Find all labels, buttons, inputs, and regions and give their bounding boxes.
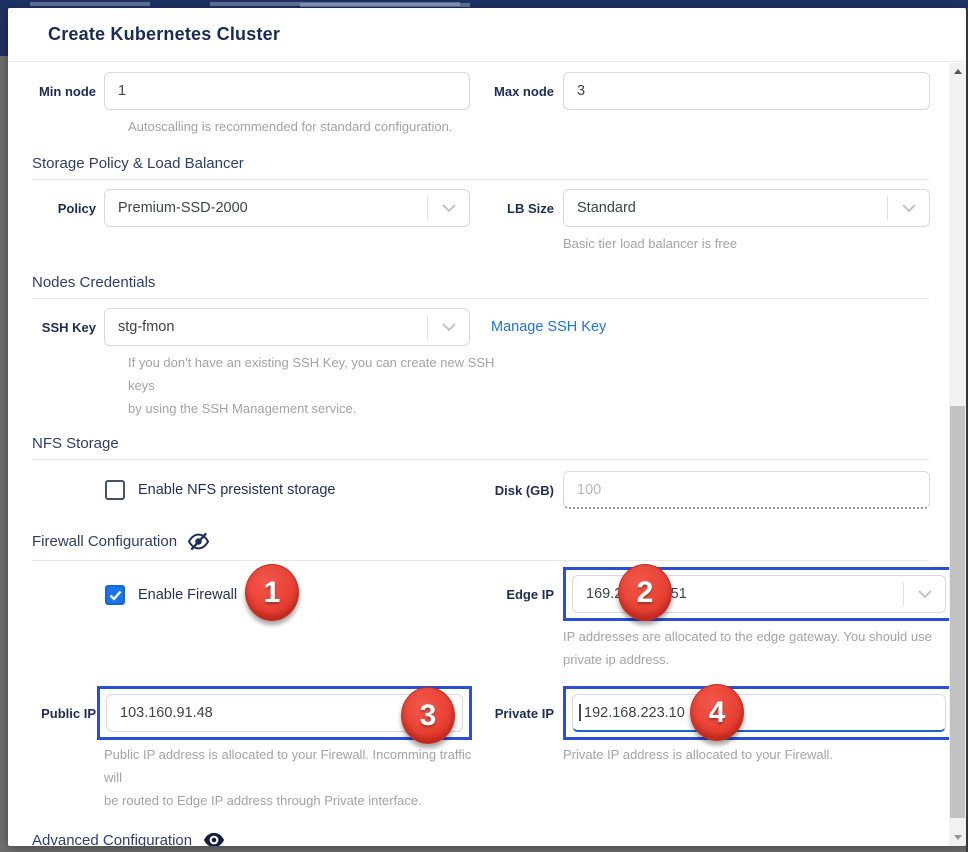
section-nfs: NFS Storage xyxy=(32,435,929,460)
section-title-credentials: Nodes Credentials xyxy=(32,274,155,291)
disk-gb-label: Disk (GB) xyxy=(482,483,554,498)
ssh-key-label: SSH Key xyxy=(32,320,96,335)
ssh-key-row: SSH Key stg-fmon Manage SSH Key xyxy=(8,308,949,346)
lb-size-select[interactable]: Standard xyxy=(563,189,930,227)
modal-scrollbar[interactable] xyxy=(949,63,966,846)
section-advanced: Advanced Configuration xyxy=(32,829,929,846)
scroll-up-button[interactable] xyxy=(949,63,966,80)
lb-helper-text: Basic tier load balancer is free xyxy=(563,232,943,255)
ssh-key-select-value: stg-fmon xyxy=(105,319,174,335)
ip-helper-row: Public IP address is allocated to your F… xyxy=(8,743,949,812)
section-storage-lb: Storage Policy & Load Balancer xyxy=(32,155,929,180)
eye-off-icon[interactable] xyxy=(187,530,210,553)
callout-badge-4: 4 xyxy=(690,684,744,741)
scroll-down-button[interactable] xyxy=(949,829,966,846)
chevron-down-icon xyxy=(427,196,469,220)
lb-size-select-value: Standard xyxy=(564,200,636,216)
policy-select-value: Premium-SSD-2000 xyxy=(105,200,248,216)
ssh-helper-text: If you don't have an existing SSH Key, y… xyxy=(128,351,500,420)
min-node-input[interactable] xyxy=(104,72,470,110)
manage-ssh-key-link[interactable]: Manage SSH Key xyxy=(491,319,606,335)
scrollbar-thumb[interactable] xyxy=(950,406,965,818)
header-remnant xyxy=(30,2,150,6)
private-ip-helper-text: Private IP address is allocated to your … xyxy=(563,743,943,766)
private-ip-highlight xyxy=(563,686,949,740)
lb-size-label: LB Size xyxy=(482,201,554,216)
firewall-checkbox[interactable] xyxy=(105,585,125,605)
max-node-input[interactable] xyxy=(563,72,930,110)
lb-helper-row: Basic tier load balancer is free xyxy=(8,232,949,255)
nfs-storage-checkbox[interactable] xyxy=(105,480,125,500)
section-title-nfs: NFS Storage xyxy=(32,435,119,452)
policy-lb-row: Policy Premium-SSD-2000 LB Size Standard xyxy=(8,189,949,227)
triangle-down-icon xyxy=(954,835,962,840)
section-firewall: Firewall Configuration xyxy=(32,530,929,561)
disk-gb-input[interactable] xyxy=(563,471,930,509)
node-count-row: Min node Max node xyxy=(8,72,949,110)
private-ip-label: Private IP xyxy=(482,706,554,721)
chevron-down-icon xyxy=(903,582,945,606)
callout-badge-3: 3 xyxy=(401,687,455,744)
min-node-label: Min node xyxy=(32,84,96,99)
private-ip-input[interactable] xyxy=(572,694,946,732)
section-title-firewall: Firewall Configuration xyxy=(32,533,177,550)
dialog-title: Create Kubernetes Cluster xyxy=(48,24,280,45)
edge-ip-helper-row: IP addresses are allocated to the edge g… xyxy=(8,625,949,671)
node-helper-row: Autoscalling is recommended for standard… xyxy=(8,115,949,138)
triangle-up-icon xyxy=(954,69,962,74)
ssh-key-select[interactable]: stg-fmon xyxy=(104,308,470,346)
nfs-checkbox-label: Enable NFS presistent storage xyxy=(138,482,335,498)
ssh-helper-row: If you don't have an existing SSH Key, y… xyxy=(8,351,949,420)
autoscaling-helper-text: Autoscalling is recommended for standard… xyxy=(128,115,500,138)
firewall-row: Enable Firewall Edge IP 169.254.100.51 1… xyxy=(8,567,949,623)
callout-badge-1: 1 xyxy=(245,564,299,621)
page-sidebar-edge xyxy=(0,8,8,56)
section-title-storage-lb: Storage Policy & Load Balancer xyxy=(32,155,244,172)
firewall-checkbox-label: Enable Firewall xyxy=(138,587,237,603)
nfs-row: Enable NFS presistent storage Disk (GB) xyxy=(8,471,949,509)
chevron-down-icon xyxy=(427,315,469,339)
create-kubernetes-cluster-dialog: Create Kubernetes Cluster Min node Max n… xyxy=(8,8,966,846)
edge-ip-label: Edge IP xyxy=(482,587,554,602)
eye-icon[interactable] xyxy=(202,829,226,846)
edge-ip-helper-text: IP addresses are allocated to the edge g… xyxy=(563,625,943,671)
text-caret xyxy=(579,704,581,721)
section-title-advanced: Advanced Configuration xyxy=(32,832,192,847)
ip-row: Public IP Private IP 3 4 xyxy=(8,686,949,740)
max-node-label: Max node xyxy=(482,84,554,99)
dialog-body: Min node Max node Autoscalling is recomm… xyxy=(8,63,949,846)
policy-select[interactable]: Premium-SSD-2000 xyxy=(104,189,470,227)
page-header-strip xyxy=(0,0,968,8)
section-credentials: Nodes Credentials xyxy=(32,274,929,299)
dialog-header: Create Kubernetes Cluster xyxy=(8,8,966,62)
public-ip-label: Public IP xyxy=(32,706,96,721)
public-ip-helper-text: Public IP address is allocated to your F… xyxy=(104,743,478,812)
header-remnant xyxy=(300,3,470,7)
policy-label: Policy xyxy=(32,201,96,216)
chevron-down-icon xyxy=(887,196,929,220)
callout-badge-2: 2 xyxy=(618,564,672,621)
